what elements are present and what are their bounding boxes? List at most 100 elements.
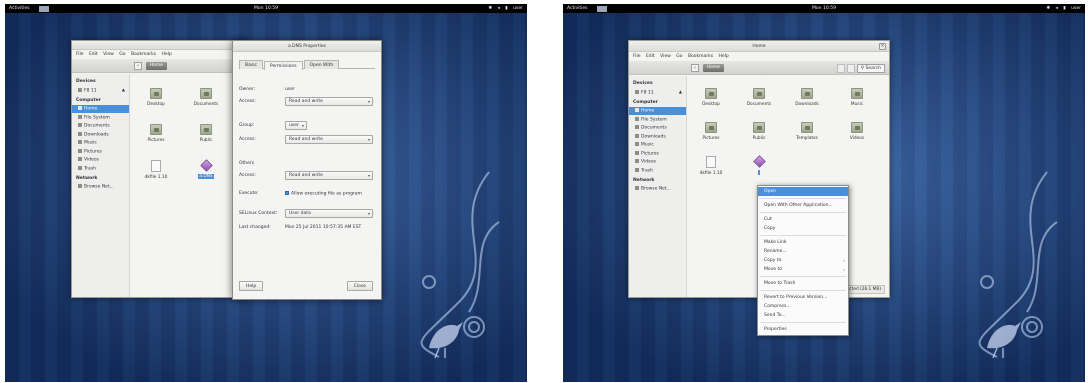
menu-bookmarks[interactable]: Bookmarks [688,54,713,59]
volume-icon[interactable]: ◂ [498,6,500,11]
eject-icon[interactable]: ▲ [122,87,125,92]
menu-edit[interactable]: Edit [89,52,98,57]
tab-strip: Basic Permissions Open With [239,60,375,70]
file-item-selected[interactable]: a.DNS [186,159,226,179]
file-item[interactable]: Desktop [136,88,176,107]
execute-checkbox[interactable]: Allow executing file as program [285,191,362,197]
file-item[interactable]: dkfile 1.10 [691,156,731,176]
network-icon[interactable]: ▮ [1063,6,1065,11]
file-item-selected[interactable] [739,155,779,175]
menu-view[interactable]: View [660,54,671,59]
menu-item-open[interactable]: Open [758,187,848,196]
sidebar-item-label: F8 11 [84,88,97,93]
tab-open-with[interactable]: Open With [303,60,340,69]
sidebar-item-browse-network[interactable]: Browse Net... [72,183,129,192]
sidebar-item-trash[interactable]: Trash [629,166,686,175]
menu-file[interactable]: File [633,54,641,59]
sidebar-item-music[interactable]: Music [72,139,129,148]
menu-view[interactable]: View [103,52,114,57]
file-item[interactable]: Documents [186,88,226,107]
sidebar-item-f8[interactable]: F8 11 ▲ [629,88,686,97]
file-item[interactable]: Pictures [691,122,731,141]
eject-icon[interactable]: ▲ [679,89,682,94]
sidebar-item-browse-network[interactable]: Browse Net... [629,185,686,194]
volume-icon[interactable]: ◂ [1056,6,1058,11]
user-menu[interactable]: user [1071,6,1081,11]
file-item[interactable]: Documents [739,88,779,107]
menu-help[interactable]: Help [719,54,729,59]
window-titlebar[interactable] [72,41,246,50]
view-list-button[interactable] [847,64,855,73]
accessibility-icon[interactable]: ✱ [1046,6,1050,11]
selinux-select[interactable]: User data ▾ [285,209,373,218]
sidebar-item-documents[interactable]: Documents [72,122,129,131]
sidebar-item-home[interactable]: Home [72,104,129,113]
sidebar-item-downloads[interactable]: Downloads [629,132,686,141]
sidebar-item-f8[interactable]: F8 11 ▲ [72,86,129,95]
user-menu[interactable]: user [513,6,523,11]
menu-go[interactable]: Go [119,52,125,57]
sidebar-item-music[interactable]: Music [629,141,686,150]
dialog-titlebar[interactable]: a.DNS Properties [233,41,381,52]
tab-permissions[interactable]: Permissions [263,61,303,70]
back-button[interactable]: ‹ [691,64,699,72]
menu-item-copy-to[interactable]: Copy to › [758,256,848,265]
file-item[interactable]: dkfile 1.10 [136,160,176,180]
sidebar-item-trash[interactable]: Trash [72,164,129,173]
back-button[interactable]: ‹ [134,62,142,70]
menu-item-properties[interactable]: Properties [758,325,848,334]
image-file-icon [199,159,213,172]
path-button-home[interactable]: Home [702,64,724,72]
menu-item-open-with-other-application[interactable]: Open With Other Application... [758,201,848,210]
sidebar-item-videos[interactable]: Videos [72,156,129,165]
sidebar-item-file-system[interactable]: File System [629,115,686,124]
file-item[interactable]: Music [837,88,877,107]
file-item[interactable]: Public [186,124,226,143]
group-select[interactable]: user ▾ [285,121,307,130]
clock[interactable]: Mon 10:59 [5,6,527,11]
group-access-select[interactable]: Read and write ▾ [285,135,373,144]
owner-access-select[interactable]: Read and write ▾ [285,97,373,106]
file-item[interactable]: Pictures [136,124,176,143]
accessibility-icon[interactable]: ✱ [488,6,492,11]
sidebar-item-pictures[interactable]: Pictures [629,149,686,158]
menu-bookmarks[interactable]: Bookmarks [131,52,156,57]
close-icon[interactable]: × [879,43,886,50]
sidebar-heading-computer: Computer [633,99,658,105]
sidebar-item-file-system[interactable]: File System [72,113,129,122]
menu-item-cut[interactable]: Cut [758,215,848,224]
search-button[interactable]: ⚲ Search [856,64,885,73]
path-button-home[interactable]: Home [145,62,167,70]
view-icons-button[interactable] [837,64,845,73]
menu-item-move-to-trash[interactable]: Move to Trash [758,279,848,288]
help-button[interactable]: Help [239,281,264,291]
menu-go[interactable]: Go [676,54,682,59]
menu-item-compress[interactable]: Compress... [758,302,848,311]
menu-item-copy[interactable]: Copy [758,224,848,233]
clock[interactable]: Mon 10:59 [563,6,1085,11]
others-access-select[interactable]: Read and write ▾ [285,171,373,180]
menu-item-send-to[interactable]: Send To... [758,311,848,320]
menu-item-revert-to-previous-version[interactable]: Revert to Previous Version... [758,293,848,302]
folder-icon [635,150,639,155]
menu-file[interactable]: File [76,52,84,57]
file-item[interactable]: Public [739,122,779,141]
menu-help[interactable]: Help [162,52,172,57]
sidebar-item-downloads[interactable]: Downloads [72,130,129,139]
tab-basic[interactable]: Basic [239,60,263,69]
network-icon[interactable]: ▮ [505,6,507,11]
menu-item-move-to[interactable]: Move to › [758,265,848,274]
file-item[interactable]: Desktop [691,88,731,107]
file-item[interactable]: Videos [837,122,877,141]
sidebar-item-home[interactable]: Home [629,106,686,115]
file-item[interactable]: Templates [787,122,827,141]
menu-item-rename[interactable]: Rename... [758,247,848,256]
close-button[interactable]: Close [346,281,373,291]
sidebar-item-pictures[interactable]: Pictures [72,147,129,156]
sidebar-item-documents[interactable]: Documents [629,124,686,133]
file-item[interactable]: Downloads [787,88,827,107]
menu-item-make-link[interactable]: Make Link [758,238,848,247]
sidebar-item-videos[interactable]: Videos [629,158,686,167]
menu-edit[interactable]: Edit [646,54,655,59]
window-titlebar[interactable]: Home × [629,41,889,52]
